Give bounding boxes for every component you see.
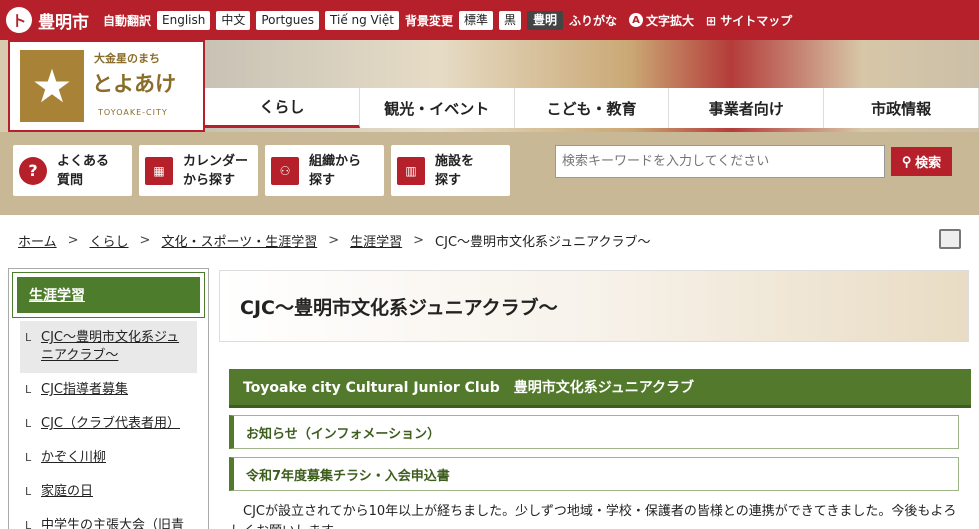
print-icon[interactable] xyxy=(939,229,961,249)
recruitment-subheading: 令和7年度募集チラシ・入会申込書 xyxy=(229,457,959,491)
calendar-search-button[interactable]: ▦ カレンダー から探す xyxy=(139,145,258,196)
logo-name: とよあけ xyxy=(92,72,176,96)
sidebar-item-speech-contest[interactable]: 中学生の主張大会（旧青 xyxy=(9,509,208,529)
bg-black-button[interactable]: 黒 xyxy=(498,10,521,30)
city-name[interactable]: 豊明市 xyxy=(38,8,89,33)
gnav-tourism[interactable]: 観光・イベント xyxy=(359,88,515,128)
site-logo[interactable]: ★ 大金星のまち とよあけ TOYOAKE-CITY xyxy=(8,40,205,132)
faq-button[interactable]: ? よくある 質問 xyxy=(13,145,132,196)
question-icon: ? xyxy=(19,156,47,185)
org-search-button[interactable]: ⚇ 組織から 探す xyxy=(265,145,384,196)
chevron-right-icon: > xyxy=(328,233,340,248)
star-logo-icon: ★ xyxy=(20,50,84,122)
logo-romaji: TOYOAKE-CITY xyxy=(98,108,168,117)
body-paragraph: CJCが設立されてから10年以上が経ちました。少しずつ地域・学校・保護者の皆様と… xyxy=(230,504,957,529)
gnav-kurashi[interactable]: くらし xyxy=(205,88,360,128)
search-button[interactable]: ⚲ 検索 xyxy=(891,147,952,176)
lang-chinese-button[interactable]: 中文 xyxy=(216,10,251,30)
breadcrumb-lifelong-learning[interactable]: 生涯学習 xyxy=(350,231,402,250)
organization-icon: ⚇ xyxy=(271,156,299,185)
sidebar-item-cjc[interactable]: CJC～豊明市文化系ジュニアクラブ～ xyxy=(20,321,197,373)
info-subheading: お知らせ（インフォメーション） xyxy=(229,415,959,449)
bg-standard-button[interactable]: 標準 xyxy=(458,10,493,30)
breadcrumb-current: CJC～豊明市文化系ジュニアクラブ～ xyxy=(435,235,651,250)
bg-change-label: 背景変更 xyxy=(404,13,453,28)
text-enlarge-link[interactable]: 文字拡大 xyxy=(646,12,694,29)
sidebar-item-family-senryu[interactable]: かぞく川柳 xyxy=(9,441,208,475)
breadcrumb: ホーム > くらし > 文化・スポーツ・生涯学習 > 生涯学習 > CJC～豊明… xyxy=(18,231,650,250)
global-navigation: くらし 観光・イベント こども・教育 事業者向け 市政情報 xyxy=(205,88,979,128)
sidebar: 生涯学習 CJC～豊明市文化系ジュニアクラブ～ CJC指導者募集 CJC（クラブ… xyxy=(8,268,209,529)
chevron-right-icon: > xyxy=(139,233,151,248)
search-icon: ⚲ xyxy=(901,153,912,169)
auto-translate-label: 自動翻訳 xyxy=(103,13,152,28)
lang-portuguese-button[interactable]: Portgues xyxy=(256,10,320,30)
chevron-right-icon: > xyxy=(67,233,79,248)
sidebar-item-cjc-representatives[interactable]: CJC（クラブ代表者用） xyxy=(9,407,208,441)
sitemap-link[interactable]: ⊞ サイトマップ xyxy=(706,12,792,29)
furigana-toggle-button[interactable]: 豊明 xyxy=(526,10,563,30)
furigana-label[interactable]: ふりがな xyxy=(569,12,617,29)
sidebar-item-family-day[interactable]: 家庭の日 xyxy=(9,475,208,509)
gnav-business[interactable]: 事業者向け xyxy=(669,88,825,128)
lang-english-button[interactable]: English xyxy=(157,10,211,30)
section-heading: Toyoake city Cultural Junior Club 豊明市文化系… xyxy=(229,369,971,408)
page-title: CJC～豊明市文化系ジュニアクラブ～ xyxy=(240,296,558,319)
text-size-icon: A xyxy=(629,13,644,27)
breadcrumb-kurashi[interactable]: くらし xyxy=(90,231,129,250)
search-input[interactable] xyxy=(555,145,885,178)
logo-tagline: 大金星のまち xyxy=(94,52,160,65)
chevron-right-icon: > xyxy=(413,233,425,248)
top-utility-bar: ト 豊明市 自動翻訳 English 中文 Portgues Tiế ng Vi… xyxy=(0,0,979,40)
gnav-city-info[interactable]: 市政情報 xyxy=(824,88,979,128)
page-title-area: CJC～豊明市文化系ジュニアクラブ～ xyxy=(219,270,969,342)
breadcrumb-home[interactable]: ホーム xyxy=(18,231,57,250)
calendar-icon: ▦ xyxy=(145,156,173,185)
lang-vietnamese-button[interactable]: Tiế ng Việt xyxy=(325,10,399,30)
facility-search-button[interactable]: ▥ 施設を 探す xyxy=(391,145,510,196)
gnav-kids-education[interactable]: こども・教育 xyxy=(514,88,670,128)
city-emblem-icon: ト xyxy=(6,7,32,33)
sidebar-item-cjc-leaders[interactable]: CJC指導者募集 xyxy=(9,373,208,407)
facility-icon: ▥ xyxy=(397,156,425,185)
sidebar-title[interactable]: 生涯学習 xyxy=(12,272,205,318)
sitemap-icon: ⊞ xyxy=(706,13,721,28)
breadcrumb-culture-sports[interactable]: 文化・スポーツ・生涯学習 xyxy=(161,231,317,250)
